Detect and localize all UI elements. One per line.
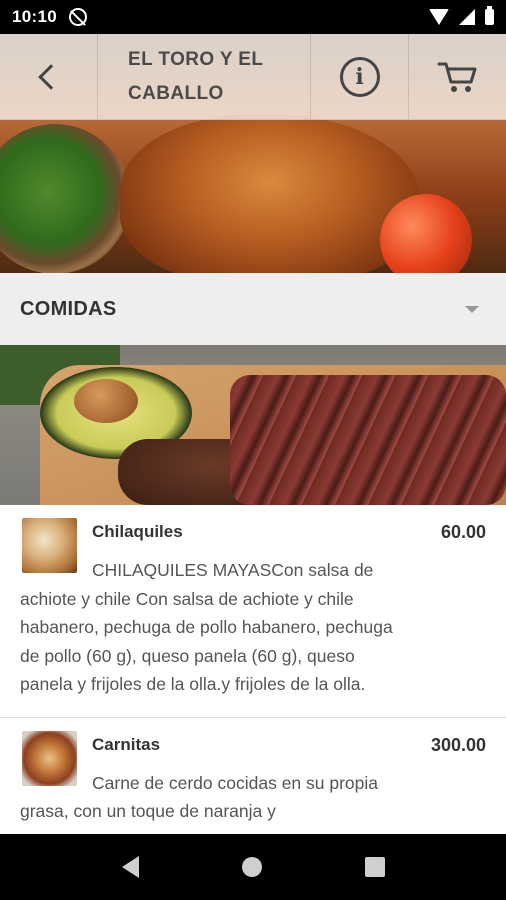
restaurant-title-line-2: CABALLO	[128, 82, 224, 104]
nav-recents-icon[interactable]	[364, 857, 385, 877]
hero-tomato	[380, 194, 472, 273]
do-not-disturb-icon	[68, 8, 87, 26]
menu-item-thumbnail	[22, 518, 77, 573]
hero-salsa-bowl	[0, 124, 130, 273]
info-button[interactable]: i	[311, 34, 409, 119]
menu-item-carnitas[interactable]: Carnitas 300.00 Carne de cerdo cocidas e…	[0, 718, 506, 835]
signal-icon	[459, 9, 475, 25]
restaurant-title-line-1: EL TORO Y EL	[128, 48, 264, 70]
menu-item-price: 300.00	[430, 734, 486, 755]
menu-list: Chilaquiles 60.00 CHILAQUILES MAYASCon s…	[0, 505, 506, 834]
menu-item-thumbnail	[22, 730, 77, 786]
back-button[interactable]	[0, 34, 98, 119]
battery-icon	[485, 6, 494, 25]
wifi-icon	[429, 9, 449, 25]
menu-item-price: 60.00	[440, 522, 486, 542]
nav-back-icon[interactable]	[121, 856, 139, 878]
category-dropdown[interactable]: COMIDAS	[0, 273, 506, 345]
category-banner-image	[0, 345, 506, 505]
nav-home-icon[interactable]	[241, 857, 262, 877]
system-nav-bar	[0, 834, 506, 900]
menu-item-description: CHILAQUILES MAYASCon salsa de achiote y …	[20, 556, 486, 699]
banner-sliced-steak	[230, 375, 506, 505]
menu-item-name: Chilaquiles	[92, 522, 183, 541]
back-icon	[37, 63, 64, 90]
menu-item-name: Carnitas	[92, 734, 161, 754]
banner-avocado-pit	[74, 379, 138, 423]
cart-icon	[437, 62, 476, 92]
info-icon: i	[339, 56, 380, 97]
cart-button[interactable]	[409, 34, 506, 119]
hero-roast-chicken	[120, 114, 420, 273]
menu-item-description-text: CHILAQUILES MAYASCon salsa de achiote y …	[20, 560, 393, 694]
app-bar: EL TORO Y EL CABALLO i	[0, 34, 506, 120]
category-label: COMIDAS	[20, 297, 117, 320]
chevron-down-icon	[465, 305, 479, 313]
menu-item-description: Carne de cerdo cocidas en su propia gras…	[20, 769, 486, 826]
restaurant-title: EL TORO Y EL CABALLO	[98, 34, 311, 119]
status-time: 10:10	[12, 7, 57, 26]
menu-item-chilaquiles[interactable]: Chilaquiles 60.00 CHILAQUILES MAYASCon s…	[0, 505, 506, 718]
status-icons	[429, 6, 494, 25]
status-bar: 10:10	[0, 0, 506, 34]
